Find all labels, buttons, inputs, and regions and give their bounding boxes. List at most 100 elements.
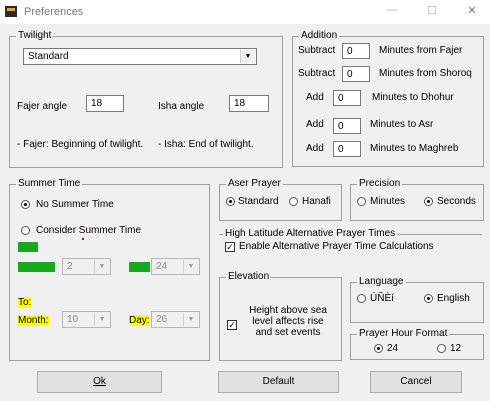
summer-time-legend: Summer Time (16, 178, 83, 190)
no-summer-label: No Summer Time (36, 199, 114, 210)
maximize-button[interactable]: ☐ (418, 4, 446, 20)
from-month-label-highlight (18, 262, 55, 272)
default-button-label: Default (262, 376, 295, 387)
addition-input-1[interactable]: 0 (342, 43, 370, 59)
addition-desc-2: Minutes from Shoroq (379, 68, 472, 79)
chevron-down-icon: ▼ (240, 50, 255, 63)
addition-op-1: Subtract (298, 45, 336, 56)
addition-value-1: 0 (347, 46, 353, 57)
language-group: Language ÚÑÈí English (350, 276, 484, 323)
cancel-button-label: Cancel (400, 376, 432, 387)
window-title: Preferences (24, 6, 84, 18)
chevron-down-icon: ▼ (94, 260, 109, 273)
elevation-group: Elevation ✓ Height above sea level affec… (219, 271, 342, 361)
to-label: To: (18, 297, 32, 308)
addition-op-2: Subtract (298, 68, 336, 79)
to-month-value: 10 (67, 314, 79, 325)
aser-prayer-legend: Aser Prayer (226, 178, 283, 190)
ok-button[interactable]: Ok (37, 371, 162, 393)
addition-desc-5: Minutes to Maghreb (370, 143, 459, 154)
elevation-legend: Elevation (226, 271, 272, 283)
hour-format-group: Prayer Hour Format 24 12 (350, 328, 484, 360)
language-legend: Language (357, 276, 406, 288)
precision-legend: Precision (357, 178, 403, 190)
red-marker (82, 238, 84, 240)
addition-value-4: 0 (338, 121, 344, 132)
precision-group: Precision Minutes Seconds (350, 178, 484, 221)
addition-value-3: 0 (338, 93, 344, 104)
fajer-angle-label: Fajer angle (17, 101, 68, 112)
addition-input-2[interactable]: 0 (342, 66, 370, 82)
language-english-label: English (437, 293, 470, 304)
app-icon (5, 6, 17, 17)
addition-op-4: Add (306, 119, 324, 130)
twilight-group: Twilight Standard ▼ Fajer angle 18 Isha … (9, 30, 283, 168)
ok-button-label: Ok (93, 376, 106, 387)
addition-desc-3: Minutes to Dhohur (372, 92, 454, 103)
addition-value-2: 0 (347, 69, 353, 80)
aser-hanafi-label: Hanafi (302, 196, 331, 207)
language-arabic-label: ÚÑÈí (370, 293, 394, 304)
to-day-label: Day: (129, 315, 150, 326)
high-latitude-checkbox[interactable]: ✓ (225, 242, 235, 252)
addition-desc-4: Minutes to Asr (370, 119, 434, 130)
hour-24-label: 24 (387, 343, 399, 354)
twilight-legend: Twilight (16, 30, 54, 42)
summer-time-group: Summer Time No Summer Time Consider Summ… (9, 178, 210, 361)
precision-seconds-radio[interactable] (424, 197, 433, 206)
no-summer-radio[interactable] (21, 200, 30, 209)
addition-legend: Addition (299, 30, 340, 42)
elevation-label: Height above sea level affects rise and … (249, 305, 327, 338)
cancel-button[interactable]: Cancel (370, 371, 462, 393)
addition-op-3: Add (306, 92, 324, 103)
from-day-value: 24 (156, 261, 168, 272)
hour-format-legend: Prayer Hour Format (357, 328, 450, 340)
addition-input-5[interactable]: 0 (333, 141, 361, 157)
close-button[interactable]: ✕ (458, 4, 486, 20)
chevron-down-icon: ▼ (94, 313, 109, 326)
from-month-value: 2 (67, 261, 73, 272)
precision-minutes-label: Minutes (370, 196, 406, 207)
high-latitude-legend: High Latitude Alternative Prayer Times (223, 228, 398, 240)
fajer-angle-value: 18 (91, 98, 103, 109)
twilight-method-select[interactable]: Standard ▼ (23, 48, 257, 65)
addition-desc-1: Minutes from Fajer (379, 45, 463, 56)
hour-12-radio[interactable] (437, 344, 446, 353)
isha-angle-value: 18 (234, 98, 246, 109)
from-label-highlight (18, 242, 38, 252)
high-latitude-group: High Latitude Alternative Prayer Times ✓… (219, 228, 482, 254)
from-day-select[interactable]: 24 ▼ (151, 258, 200, 275)
aser-standard-radio[interactable] (226, 197, 235, 206)
minimize-button[interactable]: — (378, 4, 406, 20)
to-day-select[interactable]: 26 ▼ (151, 311, 200, 328)
default-button[interactable]: Default (218, 371, 339, 393)
consider-summer-label: Consider Summer Time (36, 225, 142, 236)
precision-minutes-radio[interactable] (357, 197, 366, 206)
to-month-select[interactable]: 10 ▼ (62, 311, 111, 328)
fajer-angle-input[interactable]: 18 (86, 95, 124, 112)
addition-input-3[interactable]: 0 (333, 90, 361, 106)
chevron-down-icon: ▼ (183, 260, 198, 273)
language-arabic-radio[interactable] (357, 294, 366, 303)
addition-input-4[interactable]: 0 (333, 118, 361, 134)
aser-prayer-group: Aser Prayer Standard Hanafi (219, 178, 342, 221)
isha-note: - Isha: End of twilight. (158, 139, 254, 150)
fajer-note: - Fajer: Beginning of twilight. (17, 139, 144, 150)
to-month-label: Month: (18, 315, 49, 326)
precision-seconds-label: Seconds (437, 196, 476, 207)
high-latitude-label: Enable Alternative Prayer Time Calculati… (239, 241, 434, 252)
isha-angle-label: Isha angle (158, 101, 205, 112)
from-month-select[interactable]: 2 ▼ (62, 258, 111, 275)
addition-group: Addition Subtract 0 Minutes from Fajer S… (292, 30, 484, 167)
addition-op-5: Add (306, 143, 324, 154)
elevation-checkbox[interactable]: ✓ (227, 320, 237, 330)
aser-standard-label: Standard (238, 196, 279, 207)
twilight-method-value: Standard (28, 51, 69, 62)
language-english-radio[interactable] (424, 294, 433, 303)
chevron-down-icon: ▼ (183, 313, 198, 326)
hour-24-radio[interactable] (374, 344, 383, 353)
addition-value-5: 0 (338, 144, 344, 155)
aser-hanafi-radio[interactable] (289, 197, 298, 206)
consider-summer-radio[interactable] (21, 226, 30, 235)
isha-angle-input[interactable]: 18 (229, 95, 269, 112)
